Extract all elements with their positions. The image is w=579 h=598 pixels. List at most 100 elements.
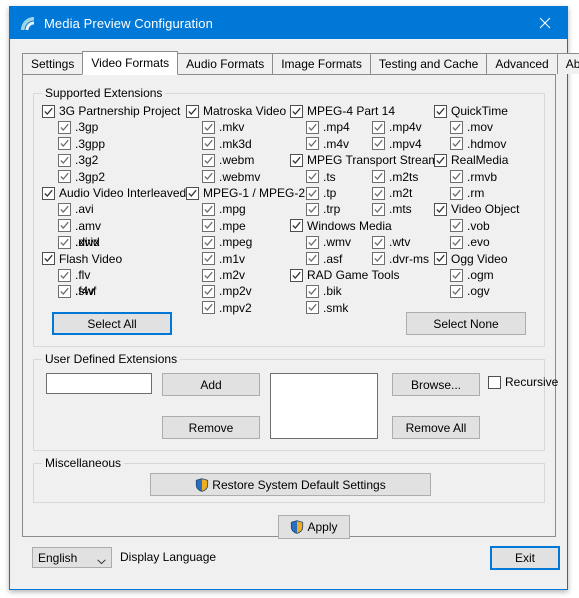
tab-video-formats[interactable]: Video Formats xyxy=(82,51,179,75)
user-extension-input[interactable] xyxy=(46,373,152,394)
checkbox-box[interactable] xyxy=(58,284,71,298)
checkbox-box[interactable] xyxy=(290,268,303,282)
tab-image-formats[interactable]: Image Formats xyxy=(272,53,371,74)
extension-checkbox[interactable]: .vob xyxy=(450,219,490,233)
checkbox-box[interactable] xyxy=(306,252,319,266)
checkbox-box[interactable] xyxy=(434,202,447,216)
extension-checkbox[interactable]: .m4v xyxy=(306,137,349,151)
checkbox-box[interactable] xyxy=(202,137,215,151)
checkbox-box[interactable] xyxy=(434,252,447,266)
tab-advanced[interactable]: Advanced xyxy=(486,53,558,74)
extension-checkbox[interactable]: .mp2v xyxy=(202,284,252,298)
extension-checkbox[interactable]: .trp xyxy=(306,202,340,216)
extension-checkbox[interactable]: .m2ts xyxy=(372,170,418,184)
extension-checkbox[interactable]: .wtv xyxy=(372,235,410,249)
remove-button[interactable]: Remove xyxy=(162,416,260,439)
checkbox-box[interactable] xyxy=(42,252,55,266)
checkbox-box[interactable] xyxy=(450,120,463,134)
extension-checkbox[interactable]: .m2v xyxy=(202,268,245,282)
recursive-checkbox-box[interactable] xyxy=(488,375,501,389)
extension-checkbox[interactable]: .ogv xyxy=(450,284,490,298)
checkbox-box[interactable] xyxy=(202,301,215,315)
extension-checkbox[interactable]: .ts xyxy=(306,170,336,184)
extension-checkbox[interactable]: .amv xyxy=(58,219,101,233)
extension-checkbox[interactable]: .swf xyxy=(58,284,96,298)
checkbox-box[interactable] xyxy=(58,202,71,216)
checkbox-box[interactable] xyxy=(450,268,463,282)
checkbox-box[interactable] xyxy=(58,170,71,184)
extension-checkbox[interactable]: .dvr-ms xyxy=(372,252,429,266)
checkbox-box[interactable] xyxy=(58,268,71,282)
checkbox-box[interactable] xyxy=(372,170,385,184)
extension-checkbox[interactable]: .mpv2 xyxy=(202,301,252,315)
extension-checkbox[interactable]: .mkv xyxy=(202,120,244,134)
checkbox-box[interactable] xyxy=(202,202,215,216)
extension-checkbox[interactable]: .mpv4 xyxy=(372,137,422,151)
checkbox-box[interactable] xyxy=(450,284,463,298)
extension-checkbox[interactable]: .3gp xyxy=(58,120,98,134)
checkbox-box[interactable] xyxy=(372,252,385,266)
extension-checkbox[interactable]: .3gpp xyxy=(58,137,105,151)
checkbox-box[interactable] xyxy=(372,186,385,200)
format-group-checkbox[interactable]: RAD Game Tools xyxy=(290,268,399,282)
extension-checkbox[interactable]: .bik xyxy=(306,284,342,298)
checkbox-box[interactable] xyxy=(42,104,55,118)
restore-defaults-button[interactable]: Restore System Default Settings xyxy=(150,473,431,496)
checkbox-box[interactable] xyxy=(290,153,303,167)
tab-settings[interactable]: Settings xyxy=(22,53,84,74)
checkbox-box[interactable] xyxy=(306,284,319,298)
extension-checkbox[interactable]: .mpeg xyxy=(202,235,252,249)
checkbox-box[interactable] xyxy=(434,104,447,118)
browse-button[interactable]: Browse... xyxy=(392,373,480,396)
checkbox-box[interactable] xyxy=(202,252,215,266)
checkbox-box[interactable] xyxy=(450,219,463,233)
extension-checkbox[interactable]: .wmv xyxy=(306,235,351,249)
checkbox-box[interactable] xyxy=(202,284,215,298)
extension-checkbox[interactable]: .m2t xyxy=(372,186,412,200)
extension-checkbox[interactable]: .webmv xyxy=(202,170,260,184)
apply-button[interactable]: Apply xyxy=(278,515,350,539)
format-group-checkbox[interactable]: Video Object xyxy=(434,202,520,216)
checkbox-box[interactable] xyxy=(42,186,55,200)
format-group-checkbox[interactable]: Windows Media xyxy=(290,219,392,233)
checkbox-box[interactable] xyxy=(202,120,215,134)
checkbox-box[interactable] xyxy=(450,137,463,151)
extension-checkbox[interactable]: .xvid xyxy=(58,235,100,249)
display-language-select[interactable]: English xyxy=(32,547,112,568)
checkbox-box[interactable] xyxy=(202,153,215,167)
checkbox-box[interactable] xyxy=(58,235,71,249)
checkbox-box[interactable] xyxy=(306,301,319,315)
extension-checkbox[interactable]: .mpg xyxy=(202,202,246,216)
close-icon[interactable] xyxy=(522,7,567,38)
extension-checkbox[interactable]: .mk3d xyxy=(202,137,252,151)
extension-checkbox[interactable]: .hdmov xyxy=(450,137,506,151)
format-group-checkbox[interactable]: MPEG Transport Stream xyxy=(290,153,438,167)
checkbox-box[interactable] xyxy=(434,153,447,167)
extension-checkbox[interactable]: .smk xyxy=(306,301,348,315)
extension-checkbox[interactable]: .3gp2 xyxy=(58,170,105,184)
extension-checkbox[interactable]: .mpe xyxy=(202,219,246,233)
extension-checkbox[interactable]: .rmvb xyxy=(450,170,497,184)
checkbox-box[interactable] xyxy=(290,104,303,118)
checkbox-box[interactable] xyxy=(372,120,385,134)
extension-checkbox[interactable]: .ogm xyxy=(450,268,494,282)
format-group-checkbox[interactable]: Matroska Video xyxy=(186,104,286,118)
extension-checkbox[interactable]: .webm xyxy=(202,153,254,167)
checkbox-box[interactable] xyxy=(306,186,319,200)
extension-checkbox[interactable]: .evo xyxy=(450,235,490,249)
checkbox-box[interactable] xyxy=(202,268,215,282)
checkbox-box[interactable] xyxy=(186,104,199,118)
checkbox-box[interactable] xyxy=(186,186,199,200)
checkbox-box[interactable] xyxy=(372,137,385,151)
format-group-checkbox[interactable]: QuickTime xyxy=(434,104,508,118)
select-all-button[interactable]: Select All xyxy=(52,312,172,335)
extension-checkbox[interactable]: .mts xyxy=(372,202,412,216)
tab-audio-formats[interactable]: Audio Formats xyxy=(177,53,274,74)
checkbox-box[interactable] xyxy=(450,186,463,200)
extension-checkbox[interactable]: .rm xyxy=(450,186,484,200)
format-group-checkbox[interactable]: MPEG-4 Part 14 xyxy=(290,104,395,118)
checkbox-box[interactable] xyxy=(306,137,319,151)
extension-checkbox[interactable]: .tp xyxy=(306,186,336,200)
tab-testing-and-cache[interactable]: Testing and Cache xyxy=(369,53,488,74)
checkbox-box[interactable] xyxy=(290,219,303,233)
